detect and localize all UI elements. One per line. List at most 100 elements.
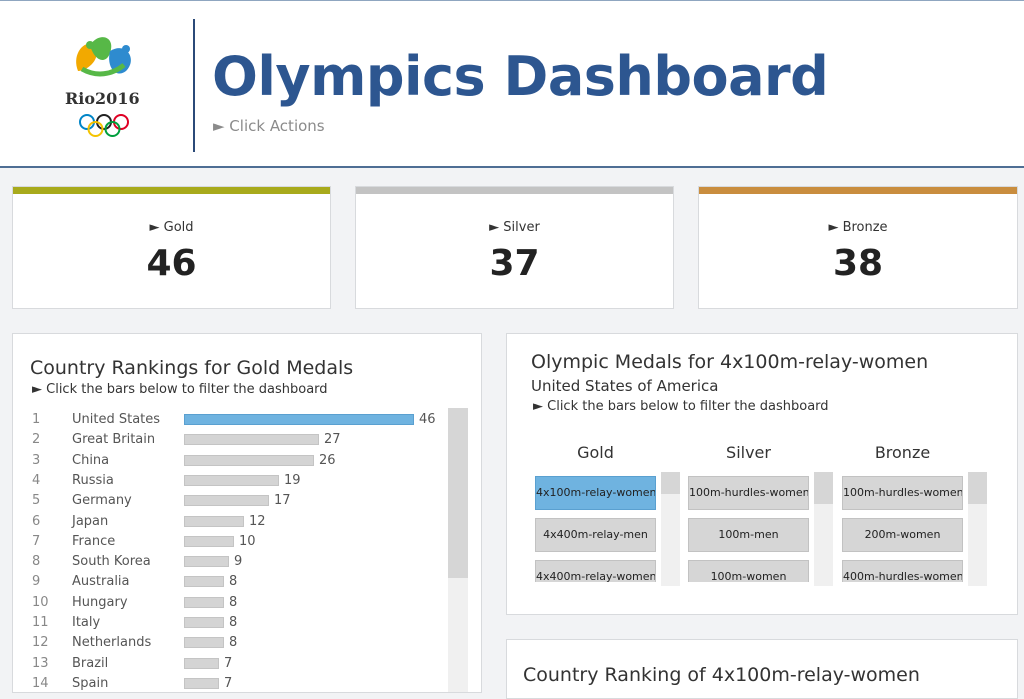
ranking-row[interactable]: 9 Australia 8 [13,572,453,592]
kpi-card-gold[interactable]: ► Gold 46 [12,186,331,309]
rank-bar[interactable] [184,677,219,689]
rank-bar[interactable] [184,535,234,547]
rank-number: 13 [32,655,49,671]
rank-number: 3 [32,452,41,468]
event-button[interactable]: 4x100m-relay-women [535,476,656,510]
medal-column-scrollbar[interactable] [661,472,680,586]
rank-country: Netherlands [72,635,152,651]
logo-text: Rio2016 [65,89,140,108]
rank-country: Russia [72,472,114,488]
kpi-silver-value: 37 [489,243,540,284]
ranking-row[interactable]: 10 Hungary 8 [13,593,453,613]
ranking-row[interactable]: 14 Spain 7 [13,674,453,692]
rank-number: 6 [32,513,41,529]
rank-country: United States [72,412,161,427]
rank-number: 9 [32,574,41,590]
ranking-row[interactable]: 2 Great Britain 27 [13,430,453,450]
ranking-row[interactable]: 6 Japan 12 [13,512,453,532]
rank-country: China [72,452,110,468]
rank-number: 10 [32,594,49,610]
rank-number: 8 [32,554,41,570]
rankings-scroll-thumb[interactable] [448,408,468,578]
rankings-scrollbar[interactable] [448,408,468,692]
click-actions-link[interactable]: ► Click Actions [213,117,325,135]
kpi-card-silver[interactable]: ► Silver 37 [355,186,674,309]
rank-value: 12 [249,513,266,529]
rank-number: 11 [32,615,49,630]
rank-country: Great Britain [72,432,156,448]
rank-value: 19 [284,472,301,488]
rank-bar[interactable] [184,515,244,527]
ranking-row[interactable]: 7 France 10 [13,532,453,552]
medal-column-scrollbar[interactable] [814,472,833,586]
rank-bar[interactable] [184,434,319,446]
medal-column-header: Gold [577,443,614,462]
olympic-rings-icon [78,113,130,139]
event-button[interactable]: 4x400m-relay-women [535,560,656,582]
rank-bar[interactable] [184,556,229,568]
kpi-bronze-label: ► Bronze [828,220,888,235]
ranking-row[interactable]: 8 South Korea 9 [13,552,453,572]
event-button[interactable]: 100m-women [688,560,809,582]
rank-bar[interactable] [184,474,279,486]
rank-number: 7 [32,533,41,549]
medal-column-header: Bronze [874,443,931,462]
rank-bar[interactable] [184,414,414,425]
medal-column-scroll-thumb[interactable] [968,472,987,504]
country-ranking-event-panel: Country Ranking of 4x100m-relay-women [506,639,1018,699]
ranking-row[interactable]: 11 Italy 8 [13,613,453,633]
rank-country: France [72,533,116,549]
header-divider [193,19,195,152]
medal-column-scroll-thumb[interactable] [814,472,833,504]
event-button[interactable]: 100m-hurdles-women [688,476,809,510]
rank-bar[interactable] [184,657,219,669]
ranking-row[interactable]: 13 Brazil 7 [13,654,453,674]
rank-bar[interactable] [184,637,224,649]
country-rankings-panel: Country Rankings for Gold Medals ► Click… [12,333,482,693]
rank-value: 8 [229,615,238,630]
event-button[interactable]: 100m-men [688,518,809,552]
kpi-gold-value: 46 [146,243,197,284]
rank-value: 27 [324,432,341,448]
rank-value: 17 [274,493,291,509]
rank-value: 10 [239,533,256,549]
medal-column-header: Silver [726,443,771,462]
rankings-hint: ► Click the bars below to filter the das… [32,382,328,397]
rank-country: Italy [72,615,101,630]
ranking-row[interactable]: 12 Netherlands 8 [13,633,453,653]
rank-bar[interactable] [184,576,224,588]
medal-column-scrollbar[interactable] [968,472,987,586]
rank-bar[interactable] [184,495,269,507]
rank-number: 14 [32,675,49,691]
rank-country: Australia [72,574,130,590]
event-button[interactable]: 100m-hurdles-women [842,476,963,510]
rank-value: 8 [229,635,238,651]
rank-bar[interactable] [184,454,314,466]
event-button[interactable]: 200m-women [842,518,963,552]
dashboard-header: Rio2016 Olympics Dashboard ► Click Actio… [0,0,1024,168]
page-title: Olympics Dashboard [212,45,829,108]
medal-column-scroll-thumb[interactable] [661,472,680,494]
rank-value: 8 [229,594,238,610]
ranking-row[interactable]: 1 United States 46 [13,410,453,430]
rank-bar[interactable] [184,617,224,628]
rank-number: 4 [32,472,41,488]
ranking-row[interactable]: 3 China 26 [13,451,453,471]
rank-value: 9 [234,554,243,570]
kpi-card-bronze[interactable]: ► Bronze 38 [698,186,1018,309]
kpi-bronze-bar [699,187,1017,194]
ranking-row[interactable]: 4 Russia 19 [13,471,453,491]
ranking-row[interactable]: 5 Germany 17 [13,491,453,511]
rank-number: 1 [32,412,41,427]
rank-country: Brazil [72,655,109,671]
rank-value: 26 [319,452,336,468]
rank-bar[interactable] [184,596,224,608]
kpi-silver-label: ► Silver [489,220,540,235]
event-button[interactable]: 400m-hurdles-women [842,560,963,582]
event-button[interactable]: 4x400m-relay-men [535,518,656,552]
olympic-medals-panel: Olympic Medals for 4x100m-relay-women Un… [506,333,1018,615]
rank-value: 7 [224,655,233,671]
rank-value: 46 [419,412,436,427]
kpi-bronze-value: 38 [832,243,884,284]
rank-value: 7 [224,675,233,691]
